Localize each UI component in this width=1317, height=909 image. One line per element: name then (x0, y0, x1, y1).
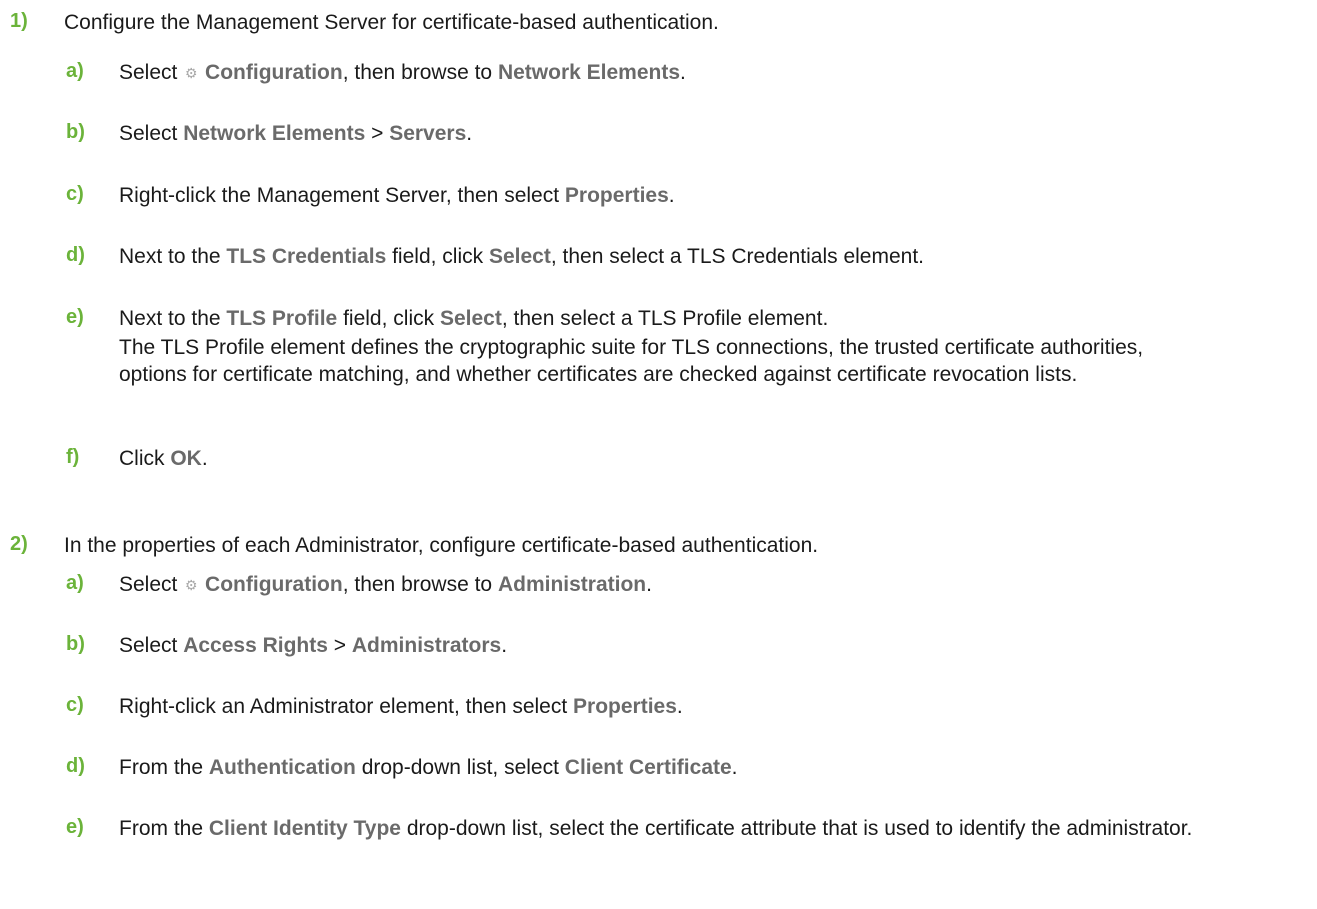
substep-letter: b) (66, 121, 85, 143)
ui-term: Servers (389, 122, 467, 145)
ui-term: Configuration (205, 573, 343, 596)
ui-term: Administrators (351, 634, 502, 657)
substep-text: Next to the TLS Profile field, click Sel… (119, 307, 829, 330)
substep-text: Right-click an Administrator element, th… (119, 695, 683, 718)
ui-term: Configuration (205, 61, 343, 84)
substep-letter: e) (66, 816, 84, 838)
step-text: In the properties of each Administrator,… (64, 534, 819, 557)
ui-term: Administration (497, 573, 647, 596)
ui-term: OK (170, 447, 202, 470)
ui-term: Properties (564, 184, 669, 207)
substep-letter: d) (66, 244, 85, 266)
substep-letter: b) (66, 633, 85, 655)
gear-icon: ⚙ (184, 66, 198, 82)
substep-text: Select Access Rights > Administrators. (119, 634, 508, 657)
substep-text: Next to the TLS Credentials field, click… (119, 245, 924, 268)
substep-letter: e) (66, 306, 84, 328)
gear-icon: ⚙ (184, 578, 198, 594)
step-number: 1) (10, 10, 28, 32)
ui-term: Properties (573, 695, 677, 718)
substep-text: Click OK. (119, 447, 208, 470)
substep-letter: f) (66, 446, 80, 468)
ui-term: Network Elements (497, 61, 681, 84)
step-number: 2) (10, 533, 28, 555)
substep-text: Select ⚙ Configuration, then browse to A… (119, 572, 1299, 599)
substep-letter: a) (66, 60, 84, 82)
substep-text: Select Network Elements > Servers. (119, 122, 473, 145)
substep-text: Select ⚙ Configuration, then browse to N… (119, 60, 1299, 87)
step-text: Configure the Management Server for cert… (64, 11, 719, 34)
ui-term: TLS Profile (226, 307, 338, 330)
substep-note: The TLS Profile element defines the cryp… (119, 336, 1144, 386)
substep-text: From the Client Identity Type drop-down … (119, 817, 1193, 840)
ui-term: Network Elements (183, 122, 366, 145)
substep-text: Right-click the Management Server, then … (119, 184, 675, 207)
ui-term: Select (488, 245, 551, 268)
substep-letter: a) (66, 572, 84, 594)
ui-term: Access Rights (183, 634, 328, 657)
ui-term: Client Identity Type (208, 817, 401, 840)
ui-term: TLS Credentials (226, 245, 387, 268)
ui-term: Client Certificate (564, 756, 732, 779)
substep-letter: c) (66, 694, 84, 716)
substep-letter: c) (66, 183, 84, 205)
substep-text: From the Authentication drop-down list, … (119, 756, 738, 779)
ui-term: Select (439, 307, 502, 330)
substep-letter: d) (66, 755, 85, 777)
ui-term: Authentication (208, 756, 356, 779)
